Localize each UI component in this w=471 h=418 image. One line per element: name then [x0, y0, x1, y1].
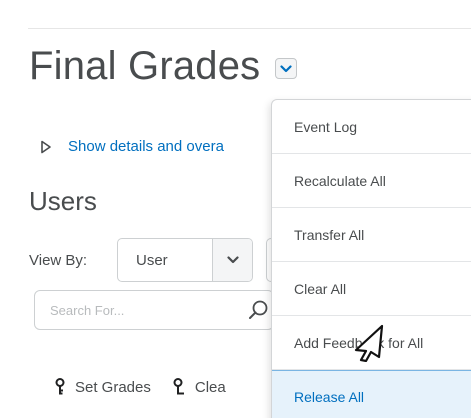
set-grades-button[interactable]: Set Grades	[55, 378, 151, 396]
show-details-label: Show details and overa	[68, 138, 224, 155]
menu-item-clear-all[interactable]: Clear All	[272, 262, 471, 316]
search-icon[interactable]	[248, 299, 270, 326]
chevron-down-icon	[280, 64, 292, 72]
expand-triangle-icon	[40, 140, 56, 154]
key-icon	[55, 378, 65, 396]
menu-item-transfer-all[interactable]: Transfer All	[272, 208, 471, 262]
title-context-menu-button[interactable]	[275, 58, 297, 79]
chevron-down-icon	[212, 239, 252, 281]
menu-item-event-log[interactable]: Event Log	[272, 100, 471, 154]
users-heading: Users	[29, 186, 97, 216]
menu-item-recalculate-all[interactable]: Recalculate All	[272, 154, 471, 208]
view-by-value: User	[136, 251, 168, 269]
menu-item-release-all[interactable]: Release All	[272, 370, 471, 418]
final-grades-page: Final Grades Show details and overa User…	[0, 0, 471, 418]
set-grades-label: Set Grades	[75, 378, 151, 396]
page-title: Final Grades	[29, 44, 261, 88]
search-box	[34, 290, 274, 330]
key-icon	[173, 378, 185, 396]
top-divider	[28, 28, 471, 29]
mouse-pointer-icon	[352, 324, 386, 367]
view-by-select[interactable]: User	[117, 238, 253, 282]
show-details-link[interactable]: Show details and overa	[40, 138, 224, 155]
clear-grades-label: Clea	[194, 378, 226, 396]
context-dropdown-menu: Event Log Recalculate All Transfer All C…	[271, 99, 471, 418]
clear-grades-button[interactable]: Clea	[173, 378, 226, 396]
search-input[interactable]	[50, 302, 230, 318]
grade-actions-bar: Set Grades Clea	[55, 378, 226, 396]
view-by-label: View By:	[29, 252, 88, 269]
